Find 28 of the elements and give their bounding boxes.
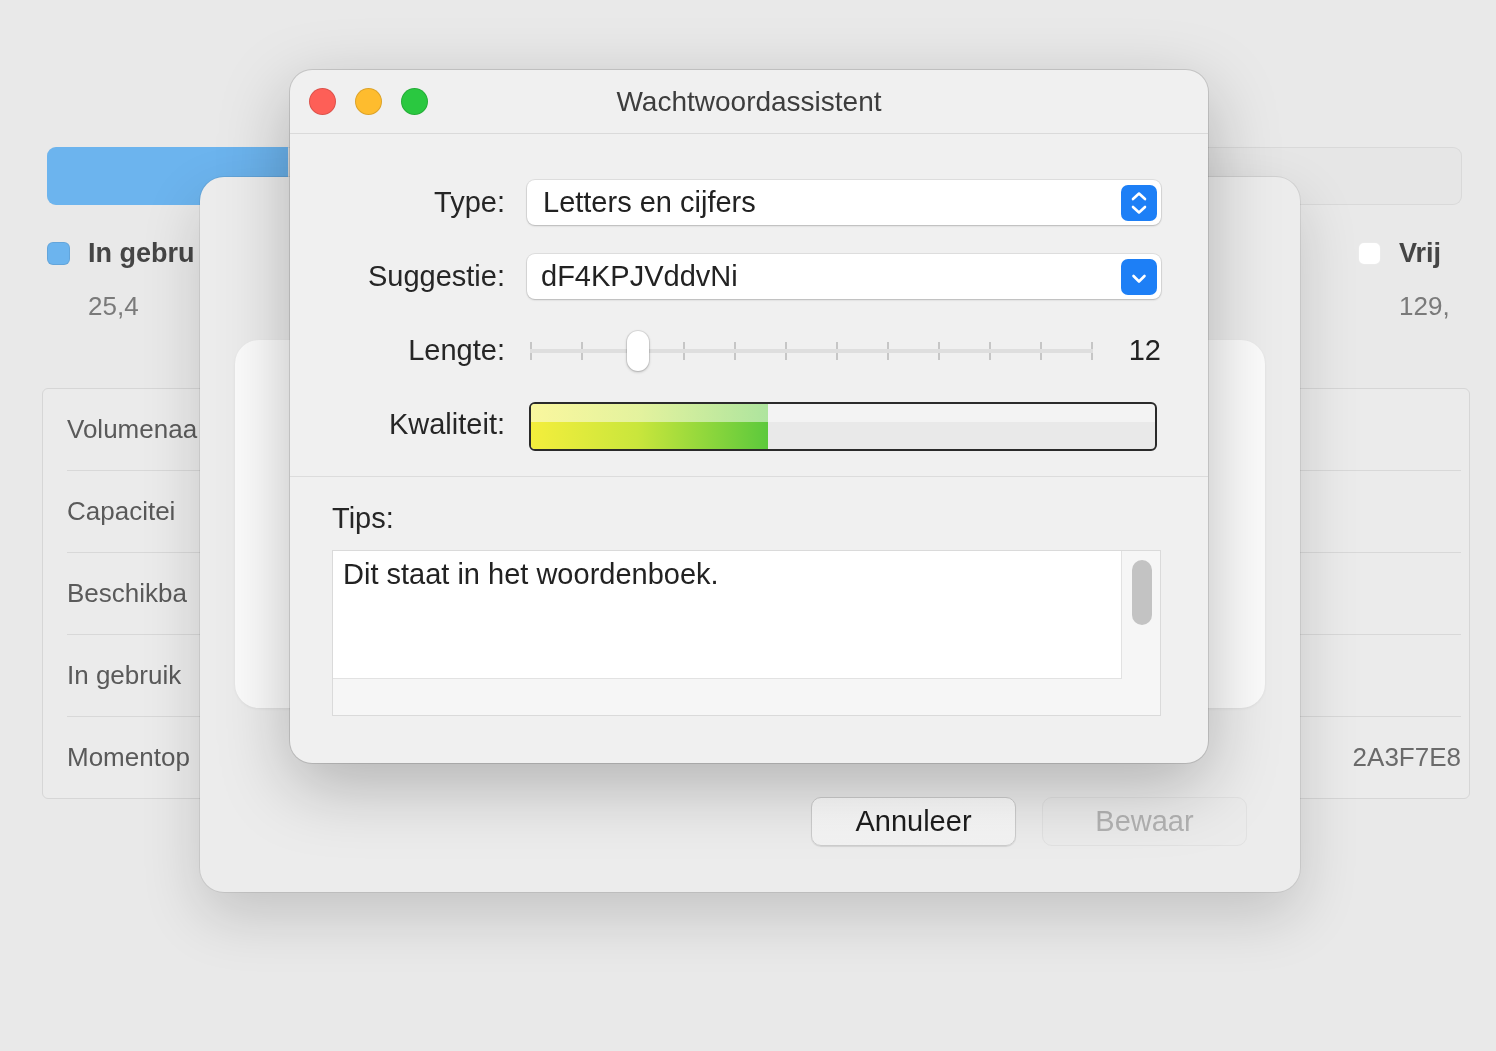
zoom-button[interactable]: [401, 88, 428, 115]
field-label: Suggestie:: [366, 260, 505, 293]
row-label: Volumenaa: [67, 414, 198, 445]
slider-thumb[interactable]: [627, 330, 650, 371]
window-title: Wachtwoordassistent: [616, 85, 882, 118]
row-value: 2A3F7E8: [1352, 742, 1461, 773]
minimize-button[interactable]: [355, 88, 382, 115]
row-label: Momentop: [67, 742, 190, 773]
row-label: In gebruik: [67, 660, 182, 691]
chevron-down-icon: [1121, 258, 1157, 295]
suggestion-field[interactable]: dF4KPJVddvNi: [527, 254, 1161, 299]
field-label: Lengte:: [407, 334, 505, 367]
tips-text-area[interactable]: Dit staat in het woordenboek.: [333, 551, 1122, 679]
slider-value: 12: [1128, 334, 1161, 367]
cancel-button[interactable]: Annuleer: [811, 797, 1016, 846]
tips-label: Tips:: [332, 503, 395, 533]
legend-label: Vrij: [1399, 238, 1443, 268]
scrollbar-thumb[interactable]: [1132, 560, 1152, 625]
close-button[interactable]: [309, 88, 336, 115]
legend-value: 129,: [1399, 291, 1451, 321]
up-down-chevron-icon: [1121, 184, 1157, 221]
row-label: Capacitei: [67, 496, 176, 527]
legend-value: 25,4: [88, 291, 140, 321]
field-label: Type:: [433, 186, 505, 219]
field-label: Kwaliteit:: [387, 408, 505, 441]
type-popup-button[interactable]: Letters en cijfers: [527, 180, 1161, 225]
row-label: Beschikba: [67, 578, 187, 609]
legend-label: In gebru: [88, 238, 195, 268]
